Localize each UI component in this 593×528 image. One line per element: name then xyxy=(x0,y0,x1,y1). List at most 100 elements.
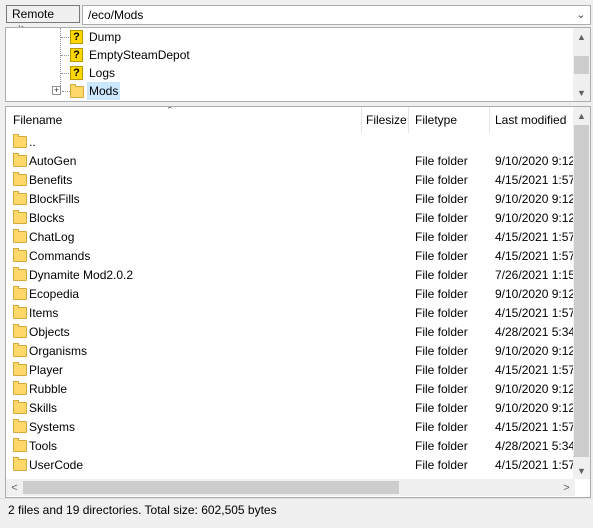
tree-vertical-scrollbar[interactable]: ▲ ▼ xyxy=(573,28,590,101)
sort-ascending-icon: ⌃ xyxy=(166,106,174,115)
last-modified-cell: 4/15/2021 1:57:.. xyxy=(495,306,576,320)
column-header-last-modified[interactable]: Last modified xyxy=(495,107,566,133)
remote-path-value[interactable]: /eco/Mods xyxy=(88,8,143,22)
folder-icon xyxy=(13,419,27,433)
filename-cell: Tools xyxy=(29,439,58,453)
scroll-right-arrow-icon[interactable]: > xyxy=(558,479,575,496)
table-row[interactable]: Player File folder 4/15/2021 1:57:.. xyxy=(6,361,576,380)
filename-cell: UserCode xyxy=(29,458,84,472)
table-row[interactable]: Rubble File folder 9/10/2020 9:12:.. xyxy=(6,380,576,399)
filetype-cell: File folder xyxy=(415,325,468,339)
folder-icon xyxy=(13,457,27,471)
table-row[interactable]: Organisms File folder 9/10/2020 9:12:.. xyxy=(6,342,576,361)
column-divider[interactable] xyxy=(489,107,490,133)
status-bar: 2 files and 19 directories. Total size: … xyxy=(0,498,593,521)
table-row[interactable]: Commands File folder 4/15/2021 1:57:.. xyxy=(6,247,576,266)
filename-cell: Commands xyxy=(29,249,91,263)
table-row[interactable]: Skills File folder 9/10/2020 9:12:.. xyxy=(6,399,576,418)
table-row[interactable]: Items File folder 4/15/2021 1:57:.. xyxy=(6,304,576,323)
last-modified-cell: 9/10/2020 9:12:.. xyxy=(495,211,576,225)
table-row[interactable]: Ecopedia File folder 9/10/2020 9:12:.. xyxy=(6,285,576,304)
tree-item-label: Logs xyxy=(89,66,116,80)
scroll-thumb[interactable] xyxy=(23,481,399,494)
last-modified-cell: 7/26/2021 1:15:.. xyxy=(495,268,576,282)
filename-cell: Items xyxy=(29,306,59,320)
tree-item-label: Mods xyxy=(87,82,121,100)
filetype-cell: File folder xyxy=(415,420,468,434)
last-modified-cell: 4/28/2021 5:34:.. xyxy=(495,325,576,339)
last-modified-cell: 4/15/2021 1:57:.. xyxy=(495,230,576,244)
filetype-cell: File folder xyxy=(415,154,468,168)
filetype-cell: File folder xyxy=(415,344,468,358)
table-row[interactable]: Blocks File folder 9/10/2020 9:12:.. xyxy=(6,209,576,228)
folder-icon xyxy=(13,362,27,376)
scroll-thumb[interactable] xyxy=(574,56,589,74)
scroll-thumb[interactable] xyxy=(574,125,589,457)
scroll-up-arrow-icon[interactable]: ▲ xyxy=(573,28,590,45)
list-vertical-scrollbar[interactable]: ▲ ▼ xyxy=(573,107,590,479)
list-horizontal-scrollbar[interactable]: < > xyxy=(6,479,575,496)
question-folder-icon: ? xyxy=(70,48,83,62)
column-header-filesize[interactable]: Filesize xyxy=(366,107,407,133)
table-row[interactable]: UserCode File folder 4/15/2021 1:57:.. xyxy=(6,456,576,475)
last-modified-cell: 4/15/2021 1:57:.. xyxy=(495,363,576,377)
filename-cell: .. xyxy=(29,135,36,149)
filetype-cell: File folder xyxy=(415,287,468,301)
remote-path-bar: Remote site: /eco/Mods ⌄ xyxy=(0,0,593,37)
column-divider[interactable] xyxy=(408,107,409,133)
tree-item-label: EmptySteamDepot xyxy=(89,48,190,62)
chevron-down-icon[interactable]: ⌄ xyxy=(574,6,588,24)
scroll-down-arrow-icon[interactable]: ▼ xyxy=(573,84,590,101)
expand-plus-icon[interactable]: + xyxy=(52,86,61,95)
filetype-cell: File folder xyxy=(415,192,468,206)
table-row[interactable]: AutoGen File folder 9/10/2020 9:12:.. xyxy=(6,152,576,171)
folder-icon xyxy=(13,400,27,414)
filetype-cell: File folder xyxy=(415,382,468,396)
last-modified-cell: 9/10/2020 9:12:.. xyxy=(495,287,576,301)
table-row[interactable]: Tools File folder 4/28/2021 5:34:.. xyxy=(6,437,576,456)
question-folder-icon: ? xyxy=(70,66,83,80)
filetype-cell: File folder xyxy=(415,249,468,263)
table-row[interactable]: Systems File folder 4/15/2021 1:57:.. xyxy=(6,418,576,437)
remote-file-list[interactable]: Filename ⌃ Filesize Filetype Last modifi… xyxy=(5,106,591,498)
filetype-cell: File folder xyxy=(415,173,468,187)
filename-cell: Benefits xyxy=(29,173,73,187)
scroll-down-arrow-icon[interactable]: ▼ xyxy=(573,462,590,479)
filename-cell: Organisms xyxy=(29,344,88,358)
remote-path-input[interactable]: /eco/Mods ⌄ xyxy=(82,5,591,25)
table-row[interactable]: Objects File folder 4/28/2021 5:34:.. xyxy=(6,323,576,342)
status-text: 2 files and 19 directories. Total size: … xyxy=(8,503,277,517)
folder-icon xyxy=(13,229,27,243)
filetype-cell: File folder xyxy=(415,306,468,320)
column-header-filename[interactable]: Filename xyxy=(13,107,62,133)
filename-cell: Skills xyxy=(29,401,58,415)
last-modified-cell: 9/10/2020 9:12:.. xyxy=(495,154,576,168)
parent-folder-icon xyxy=(13,134,27,148)
last-modified-cell: 4/15/2021 1:57:.. xyxy=(495,420,576,434)
scroll-left-arrow-icon[interactable]: < xyxy=(6,479,23,496)
filetype-cell: File folder xyxy=(415,268,468,282)
remote-directory-tree[interactable]: ? Dump ? EmptySteamDepot ? Logs + Mods ▲… xyxy=(5,27,591,102)
table-row[interactable]: Benefits File folder 4/15/2021 1:57:.. xyxy=(6,171,576,190)
filename-cell: Dynamite Mod2.0.2 xyxy=(29,268,134,282)
folder-icon xyxy=(13,305,27,319)
folder-icon xyxy=(13,191,27,205)
scroll-up-arrow-icon[interactable]: ▲ xyxy=(573,107,590,124)
tree-item-label: Dump xyxy=(89,30,122,44)
column-divider[interactable] xyxy=(361,107,362,133)
column-header-filetype[interactable]: Filetype xyxy=(415,107,457,133)
table-row[interactable]: .. xyxy=(6,133,576,152)
table-row[interactable]: Dynamite Mod2.0.2 File folder 7/26/2021 1:… xyxy=(6,266,576,285)
filename-cell: ChatLog xyxy=(29,230,75,244)
question-folder-icon: ? xyxy=(70,30,83,44)
folder-icon xyxy=(13,172,27,186)
last-modified-cell: 9/10/2020 9:12:.. xyxy=(495,192,576,206)
folder-icon xyxy=(13,343,27,357)
last-modified-cell: 4/15/2021 1:57:.. xyxy=(495,173,576,187)
filename-cell: AutoGen xyxy=(29,154,77,168)
filename-cell: Player xyxy=(29,363,64,377)
table-row[interactable]: ChatLog File folder 4/15/2021 1:57:.. xyxy=(6,228,576,247)
filename-cell: Objects xyxy=(29,325,70,339)
table-row[interactable]: BlockFills File folder 9/10/2020 9:12:.. xyxy=(6,190,576,209)
folder-icon xyxy=(13,438,27,452)
